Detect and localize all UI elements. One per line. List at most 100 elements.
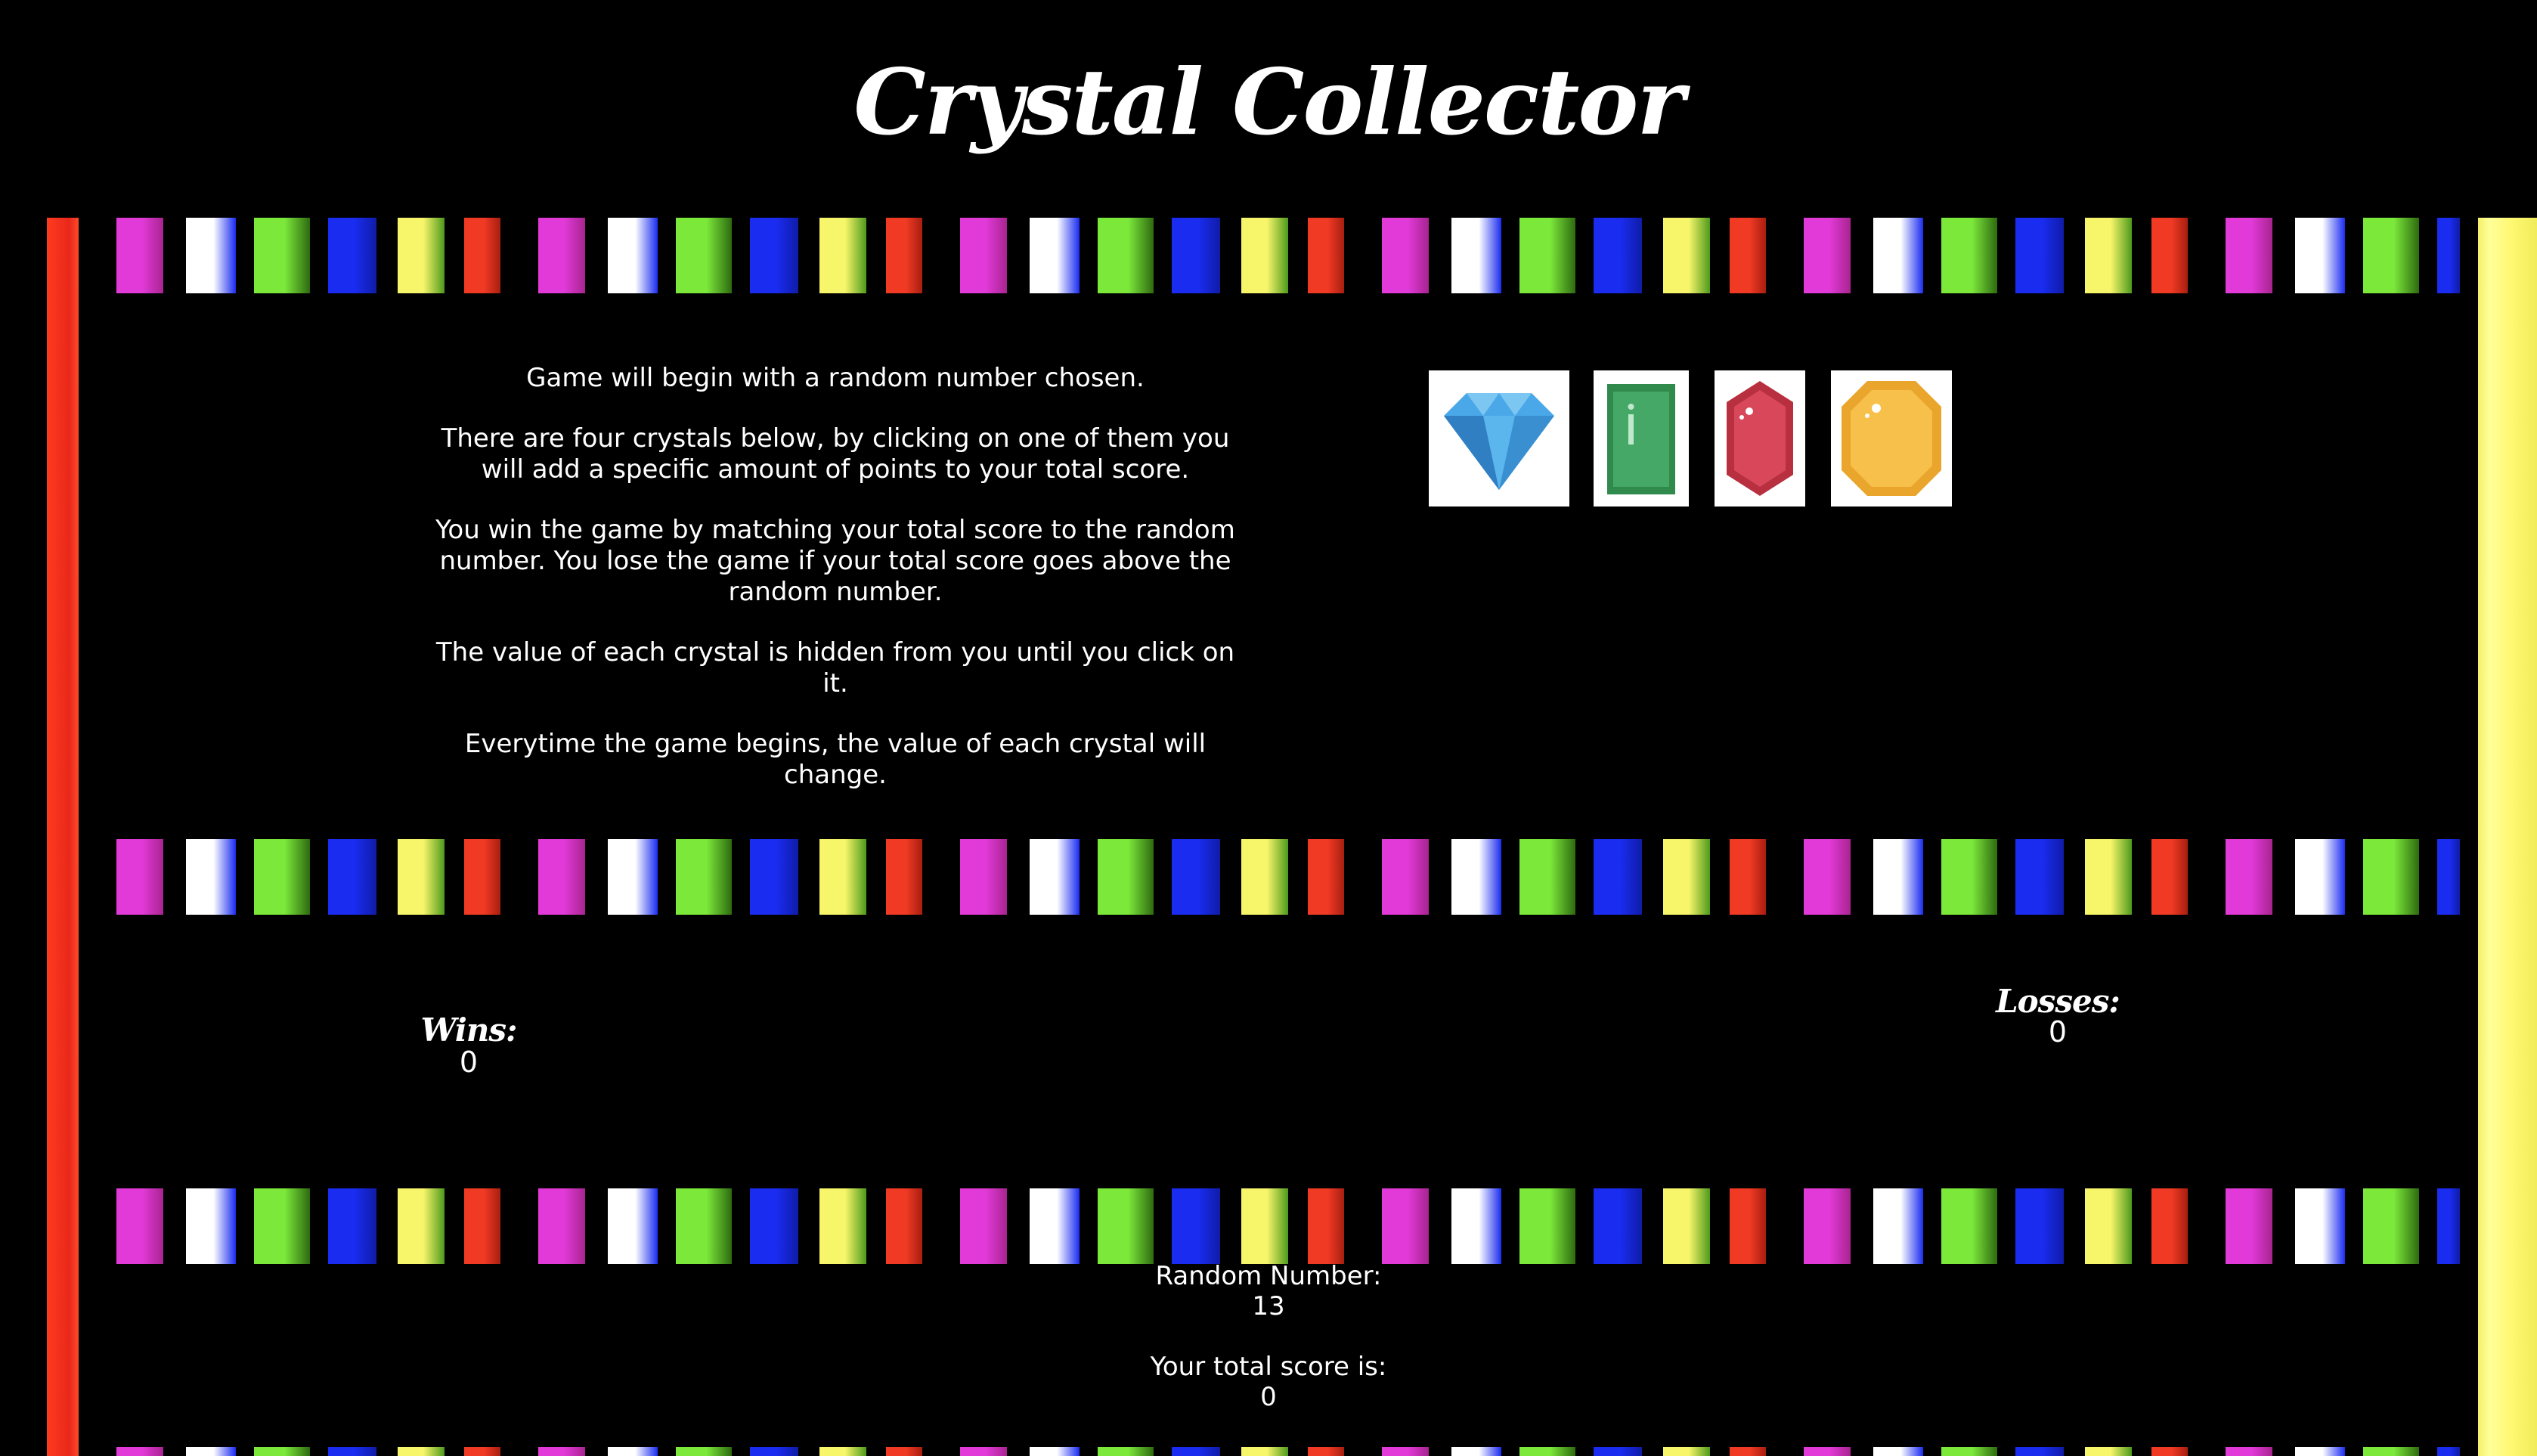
total-score-value: 0 [1260, 1382, 1277, 1412]
random-number-label: Random Number: [1155, 1261, 1382, 1291]
stripe-block [254, 1188, 310, 1264]
stripe-block [2015, 218, 2064, 293]
wins-counter: Wins: 0 [393, 1011, 544, 1079]
total-score-label: Your total score is: [1150, 1352, 1387, 1382]
stripe-block [464, 1447, 500, 1456]
instructions: Game will begin with a random number cho… [423, 363, 1247, 820]
stripe-block [538, 1188, 585, 1264]
stripe-block [2151, 218, 2188, 293]
instruction-start: Game will begin with a random number cho… [526, 363, 1145, 393]
crystal-yellow-topaz[interactable] [1831, 370, 1952, 507]
game-page: Crystal Collector Game will begin with a… [0, 0, 2537, 1456]
stripe-block [2085, 218, 2132, 293]
stripe-block [186, 839, 236, 915]
crystal-green-emerald[interactable] [1594, 370, 1689, 507]
wins-value: 0 [459, 1046, 479, 1079]
stripe-block [2085, 839, 2132, 915]
stripe-block [1172, 839, 1220, 915]
stripe-block [1804, 1447, 1851, 1456]
green-emerald-icon [1607, 384, 1675, 494]
stripe-block [1941, 1447, 1997, 1456]
stripe-block [1663, 1447, 1710, 1456]
decorative-stripe-top [79, 218, 2460, 293]
stripe-block [1730, 1188, 1766, 1264]
stripe-block [464, 218, 500, 293]
stripe-block [1873, 1188, 1923, 1264]
stripe-block [2295, 1447, 2345, 1456]
losses-label: Losses: [1996, 983, 2120, 1020]
stripe-block [254, 839, 310, 915]
stripe-block [886, 218, 922, 293]
stripe-block [1382, 218, 1429, 293]
decorative-stripe-middle [79, 839, 2460, 915]
stripe-block [2295, 218, 2345, 293]
stripe-block [398, 1447, 445, 1456]
stripe-block [819, 1188, 866, 1264]
stripe-block [1030, 839, 1080, 915]
stripe-block [398, 839, 445, 915]
stripe-block [2363, 1447, 2419, 1456]
stripe-block [1519, 218, 1575, 293]
stripe-block [1594, 218, 1642, 293]
stripe-block [1030, 1188, 1080, 1264]
stripe-block [538, 1447, 585, 1456]
stripe-block [2363, 839, 2419, 915]
blue-diamond-icon [1444, 393, 1554, 490]
stripe-block [2151, 1447, 2188, 1456]
stripe-block [1941, 1188, 1997, 1264]
stripe-block [960, 839, 1007, 915]
stripe-block [398, 1188, 445, 1264]
stripe-block [1730, 218, 1766, 293]
stripe-block [464, 1188, 500, 1264]
stripe-block [1804, 1188, 1851, 1264]
stripe-block [960, 1447, 1007, 1456]
game-status: Random Number: 13 Your total score is: 0 [1042, 1261, 1495, 1412]
stripe-block [1172, 1447, 1220, 1456]
stripe-block [1519, 1188, 1575, 1264]
stripe-block [1382, 1447, 1429, 1456]
stripe-block [1098, 839, 1154, 915]
stripe-block [676, 839, 732, 915]
instruction-crystals: There are four crystals below, by clicki… [441, 423, 1230, 485]
stripe-block [2295, 839, 2345, 915]
stripe-block [1594, 1188, 1642, 1264]
stripe-block [1382, 839, 1429, 915]
stripe-block [186, 1188, 236, 1264]
stripe-block [608, 1447, 658, 1456]
stripe-block [1241, 218, 1288, 293]
decorative-stripe-bottom [79, 1447, 2460, 1456]
stripe-block [2015, 1188, 2064, 1264]
stripe-block [1730, 1447, 1766, 1456]
stripe-block [2437, 218, 2460, 293]
crystal-blue-diamond[interactable] [1429, 370, 1569, 507]
losses-value: 0 [2048, 1015, 2068, 1049]
stripe-block [1308, 839, 1344, 915]
stripe-block [819, 218, 866, 293]
stripe-block [2151, 839, 2188, 915]
stripe-block [886, 839, 922, 915]
stripe-block [186, 1447, 236, 1456]
stripe-block [1098, 1447, 1154, 1456]
red-ruby-icon [1727, 381, 1793, 496]
stripe-block [116, 1447, 163, 1456]
stripe-block [1098, 1188, 1154, 1264]
wins-label: Wins: [420, 1011, 517, 1049]
stripe-block [2015, 839, 2064, 915]
stripe-block [1241, 839, 1288, 915]
stripe-block [116, 218, 163, 293]
stripe-block [676, 218, 732, 293]
stripe-block [819, 1447, 866, 1456]
stripe-block [328, 839, 376, 915]
stripe-block [1382, 1188, 1429, 1264]
stripe-block [1098, 218, 1154, 293]
stripe-block [1594, 1447, 1642, 1456]
stripe-block [2437, 1447, 2460, 1456]
instruction-win-lose: You win the game by matching your total … [435, 515, 1235, 607]
left-border-bar [47, 218, 79, 1456]
stripe-block [2363, 218, 2419, 293]
stripe-block [2085, 1447, 2132, 1456]
stripe-block [1873, 1447, 1923, 1456]
stripe-block [608, 1188, 658, 1264]
crystal-red-ruby[interactable] [1715, 370, 1805, 507]
yellow-topaz-icon [1842, 381, 1941, 496]
